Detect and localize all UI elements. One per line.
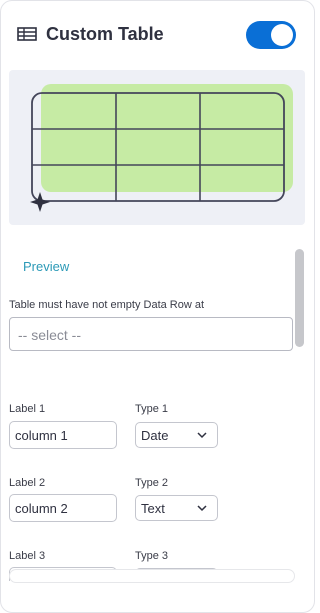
table-preview-illustration — [9, 70, 305, 225]
settings-scroll-area: Preview Table must have not empty Data R… — [1, 241, 314, 581]
toggle-knob — [271, 24, 293, 46]
data-row-label: Table must have not empty Data Row at — [9, 299, 205, 311]
label-1-value: column 1 — [15, 428, 68, 443]
type-1-dropdown[interactable]: Date — [135, 422, 218, 448]
label-1-input[interactable]: column 1 — [9, 421, 117, 449]
data-row-select-placeholder: -- select -- — [18, 327, 81, 343]
label-2-input[interactable]: column 2 — [9, 494, 117, 522]
chevron-down-icon — [197, 432, 207, 439]
panel-title: Custom Table — [46, 24, 164, 44]
data-row-select[interactable]: -- select -- — [9, 317, 293, 351]
vertical-scrollbar-thumb[interactable] — [295, 249, 304, 347]
custom-table-panel: Custom Table Preview Table must have not… — [0, 0, 315, 613]
label-2-value: column 2 — [15, 501, 68, 516]
type-2-value: Text — [141, 501, 165, 516]
label-2-caption: Label 2 — [9, 477, 46, 489]
type-2-caption: Type 2 — [135, 477, 169, 489]
table-icon — [17, 27, 37, 41]
chevron-down-icon — [197, 505, 207, 512]
label-1-caption: Label 1 — [9, 403, 46, 415]
type-3-caption: Type 3 — [135, 550, 169, 562]
type-1-caption: Type 1 — [135, 403, 169, 415]
preview-link[interactable]: Preview — [23, 259, 69, 274]
panel-header: Custom Table — [15, 19, 300, 51]
preview-graphic — [30, 84, 293, 212]
type-1-value: Date — [141, 428, 169, 443]
label-3-caption: Label 3 — [9, 550, 46, 562]
enable-toggle[interactable] — [246, 21, 296, 49]
type-2-dropdown[interactable]: Text — [135, 495, 218, 521]
horizontal-scrollbar[interactable] — [9, 569, 295, 583]
